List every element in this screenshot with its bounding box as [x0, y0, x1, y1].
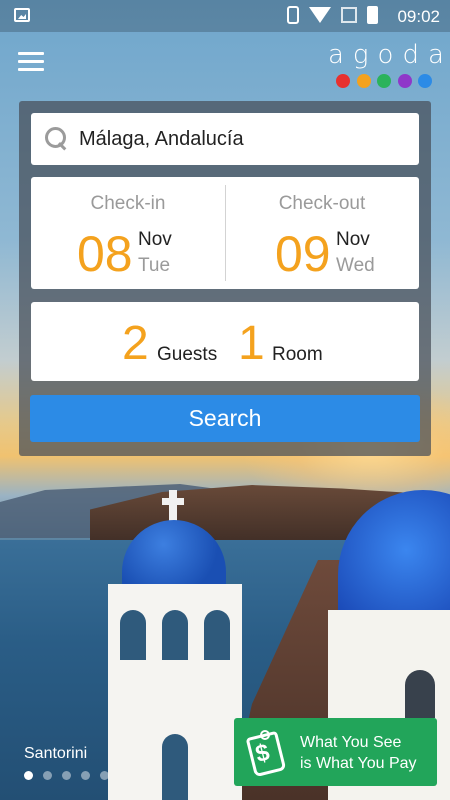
pager-dot[interactable] — [43, 771, 52, 780]
check-in-weekday: Tue — [138, 255, 171, 276]
status-bar: 09:02 — [0, 0, 450, 32]
promo-line-1: What You See — [300, 734, 402, 751]
check-in-label: Check-in — [90, 193, 166, 214]
logo-dot — [397, 74, 412, 88]
search-button[interactable]: Search — [30, 395, 420, 442]
agoda-logo: agoda — [328, 40, 450, 88]
logo-dot — [418, 74, 432, 88]
search-icon — [45, 127, 69, 151]
check-in-date[interactable]: Check-in 08 Nov Tue — [31, 177, 225, 289]
vibrate-icon — [287, 6, 299, 24]
price-tag-icon: $ — [244, 728, 288, 778]
check-out-day: 09 — [275, 226, 331, 282]
check-in-month: Nov — [138, 229, 172, 250]
pager-dot[interactable] — [24, 771, 33, 780]
room-count: 1 — [238, 317, 265, 370]
destination-value: Málaga, Andalucía — [79, 128, 244, 150]
pager-dot[interactable] — [62, 771, 71, 780]
guests-rooms-selector[interactable]: 2 Guests 1 Room — [31, 302, 419, 381]
carousel-pager — [24, 771, 109, 780]
no-signal-icon — [341, 7, 357, 23]
check-out-month: Nov — [336, 229, 370, 250]
guests-label: Guests — [157, 344, 218, 365]
wifi-icon — [309, 7, 331, 23]
photo-caption: Santorini — [24, 745, 88, 762]
check-in-day: 08 — [77, 226, 133, 282]
pager-dot[interactable] — [81, 771, 90, 780]
clock: 09:02 — [397, 7, 440, 26]
logo-dot — [377, 74, 391, 88]
price-promise-banner[interactable]: $ What You See is What You Pay — [234, 718, 437, 786]
logo-text: agoda — [328, 40, 450, 70]
battery-icon — [367, 6, 378, 24]
promo-text: What You See is What You Pay — [300, 732, 417, 774]
check-out-label: Check-out — [278, 193, 366, 214]
pager-dot[interactable] — [100, 771, 109, 780]
date-selector: Check-in 08 Nov Tue Check-out 09 Nov Wed — [31, 177, 419, 289]
room-label: Room — [272, 344, 323, 365]
gallery-icon — [14, 8, 30, 22]
search-panel: Málaga, Andalucía Check-in 08 Nov Tue Ch… — [19, 101, 431, 456]
promo-line-2: is What You Pay — [300, 755, 417, 772]
logo-dot — [336, 74, 350, 88]
check-out-weekday: Wed — [336, 255, 375, 276]
logo-dot — [356, 74, 371, 88]
guest-count: 2 — [122, 317, 149, 370]
check-out-date[interactable]: Check-out 09 Nov Wed — [225, 177, 419, 289]
menu-icon[interactable] — [18, 52, 44, 72]
logo-dots — [328, 74, 432, 88]
church-bell-tower — [100, 490, 250, 800]
destination-field[interactable]: Málaga, Andalucía — [31, 113, 419, 165]
